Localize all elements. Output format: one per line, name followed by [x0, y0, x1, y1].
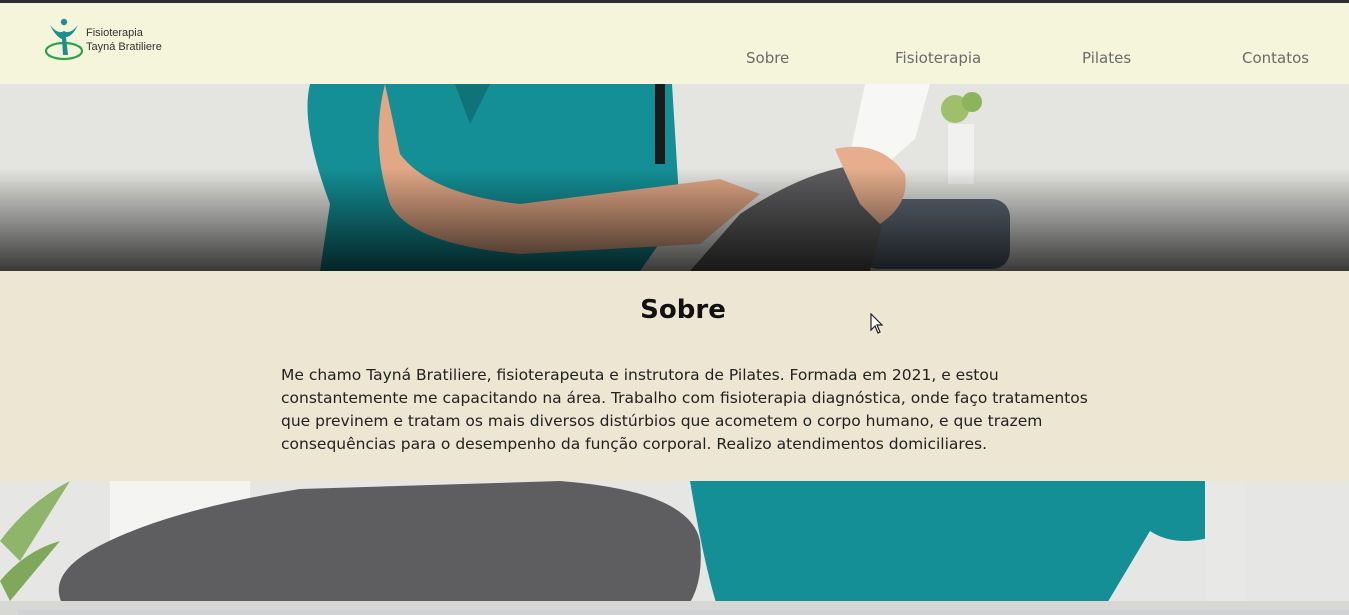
hero-image-top [0, 84, 1349, 271]
horizontal-scrollbar[interactable] [18, 610, 1349, 615]
nav-link-fisioterapia[interactable]: Fisioterapia [895, 49, 981, 67]
brand-line-1: Fisioterapia [86, 27, 143, 39]
mouse-cursor-icon [870, 313, 884, 334]
hero-image-bottom [0, 481, 1349, 615]
site-header: Fisioterapia Tayná Bratiliere Sobre Fisi… [0, 3, 1349, 84]
patient-legs-photo [0, 481, 1349, 615]
nav-link-contatos[interactable]: Contatos [1242, 49, 1309, 67]
physiotherapy-session-photo [0, 84, 1349, 271]
nav-link-sobre[interactable]: Sobre [746, 49, 789, 67]
nav-link-pilates[interactable]: Pilates [1082, 49, 1131, 67]
about-title: Sobre [640, 295, 726, 325]
about-text: Me chamo Tayná Bratiliere, fisioterapeut… [281, 366, 1088, 453]
main-nav: Sobre Fisioterapia Pilates Contatos [0, 49, 1349, 71]
about-section: Sobre Me chamo Tayná Bratiliere, fisiote… [0, 271, 1349, 481]
